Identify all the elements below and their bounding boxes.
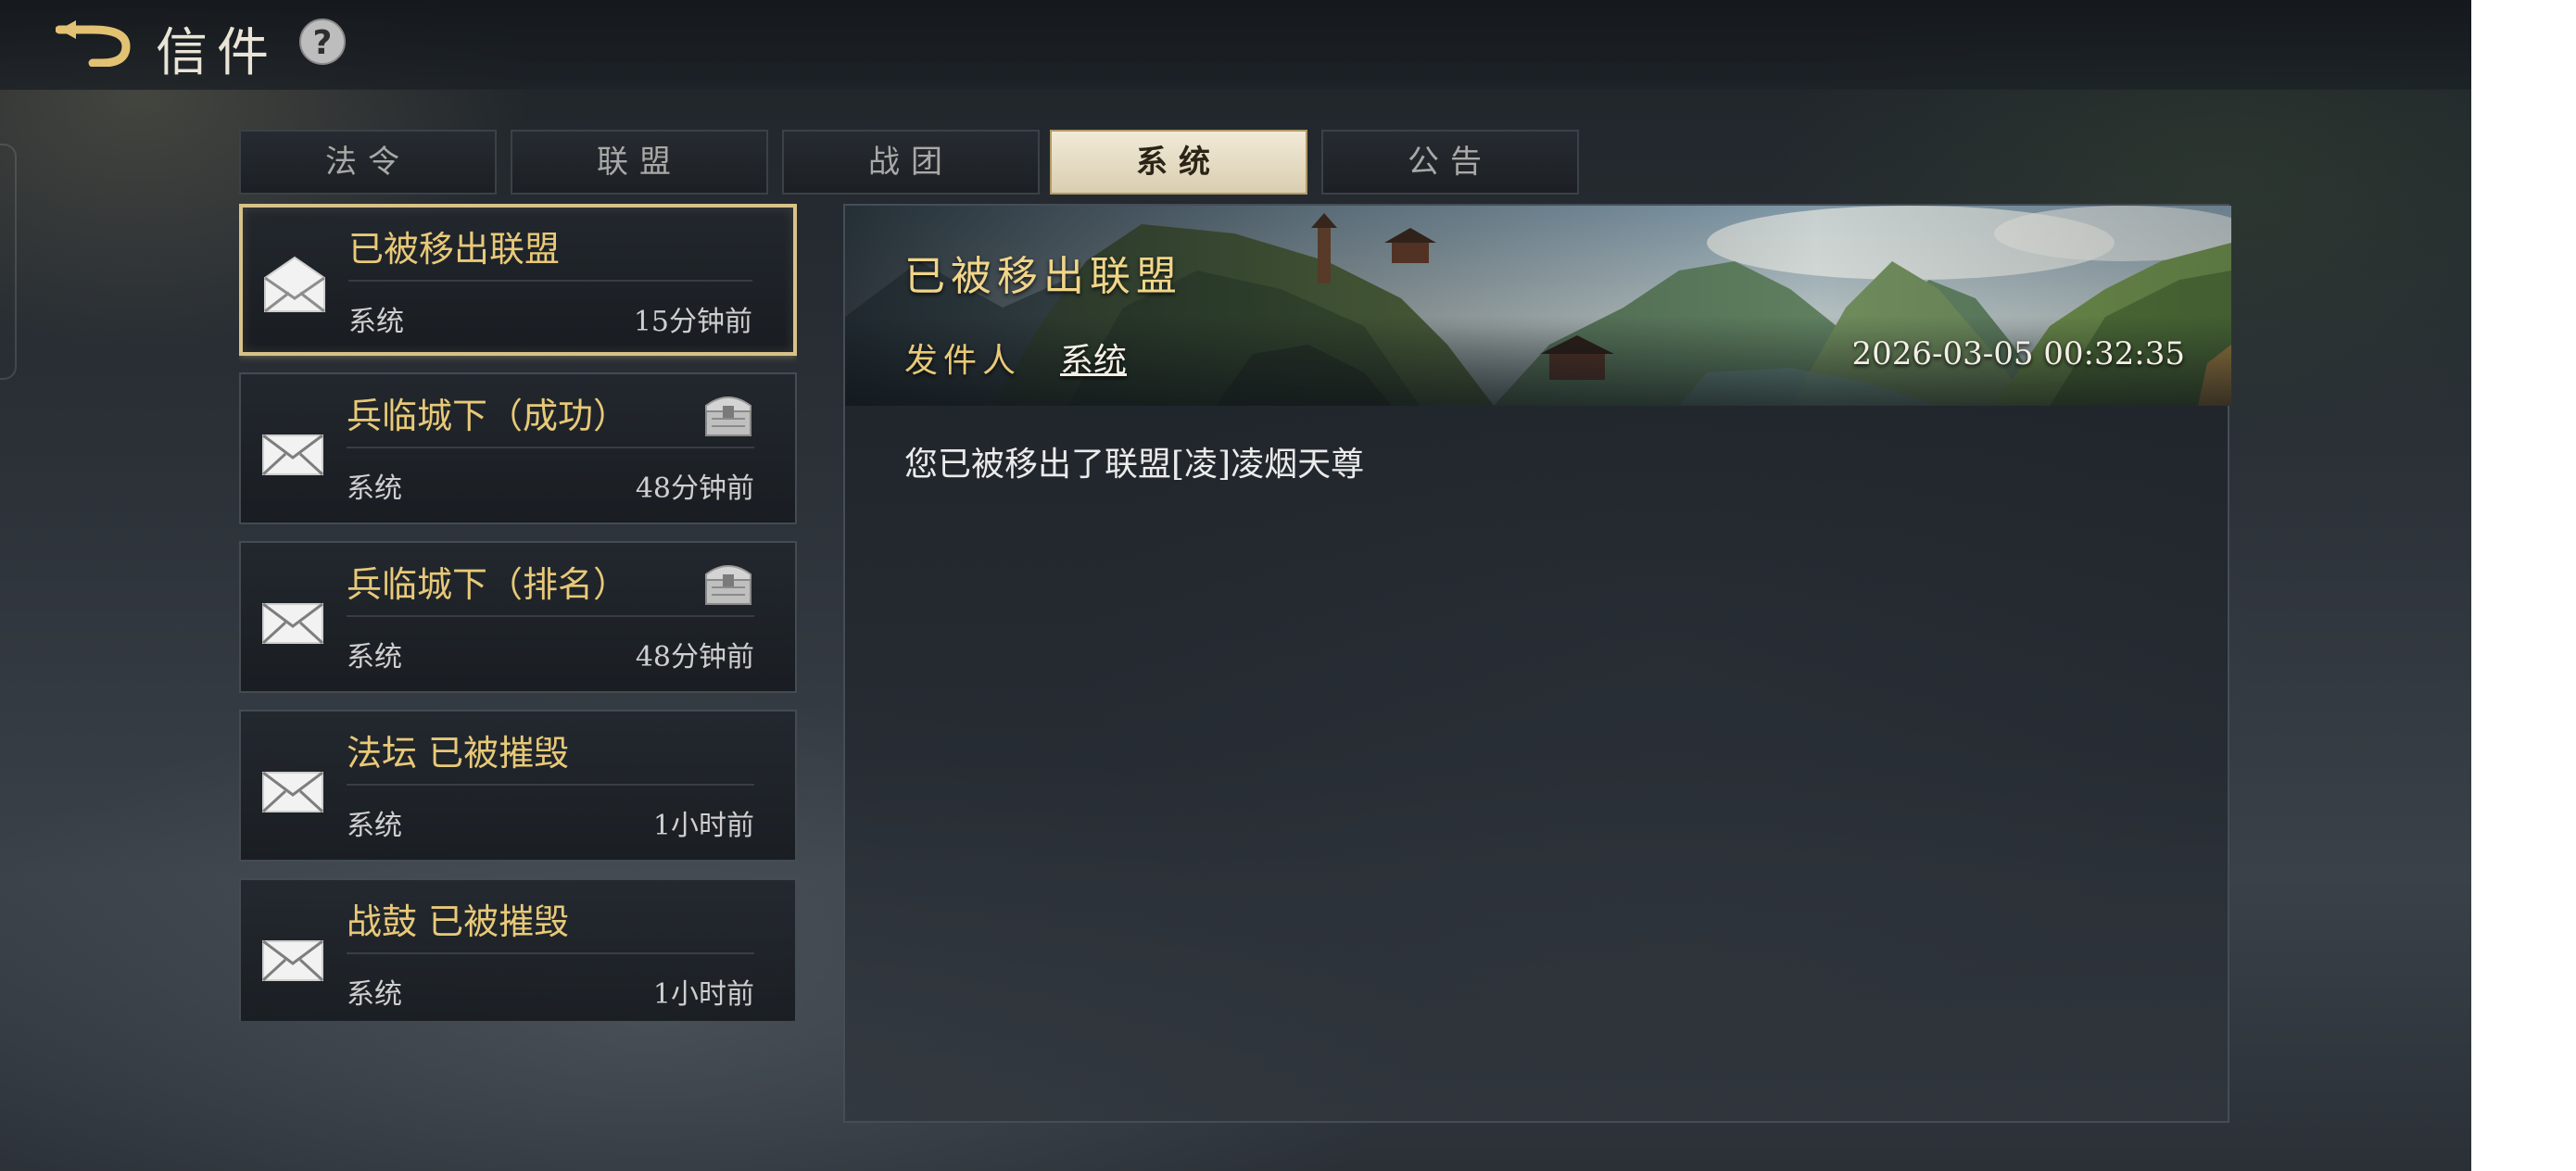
mail-subject: 战鼓 已被摧毁 [347,901,570,942]
back-arrow-icon[interactable] [56,20,137,67]
mail-subject: 兵临城下（排名） [347,564,629,605]
question-mark-icon[interactable]: ? [299,19,346,65]
mail-sender: 系统 [347,472,402,505]
mail-item[interactable]: 已被移出联盟 系统 15分钟前 [239,204,797,356]
divider [348,280,752,282]
mail-time: 48分钟前 [635,472,754,505]
mail-time: 15分钟前 [633,306,752,338]
mail-time: 48分钟前 [635,641,754,674]
tab-edict[interactable]: 法令 [239,130,497,195]
mail-timestamp: 2026-03-05 00:32:35 [1851,335,2185,372]
page-title: 信件 [156,23,278,83]
divider [347,784,754,786]
game-viewport: 信件 ? 法令 联盟 战团 系统 公告 已被移出联盟 系统 15分钟前 兵临城下… [0,0,2471,1171]
mail-subject: 兵临城下（成功） [347,396,629,436]
mail-time: 1小时前 [652,810,754,842]
mail-sender: 系统 [347,641,402,674]
treasure-chest-icon [705,397,751,436]
tab-announcement[interactable]: 公告 [1321,130,1579,195]
divider [347,447,754,448]
envelope-closed-icon [261,771,324,813]
mail-detail-title: 已被移出联盟 [904,253,1182,300]
mail-item[interactable]: 兵临城下（成功） 系统 48分钟前 [239,372,797,524]
mail-sender: 系统 [348,306,404,338]
divider [347,952,754,954]
sender-link[interactable]: 系统 [1060,334,1127,382]
envelope-closed-icon [261,939,324,982]
mail-banner-image: 已被移出联盟 发件人 系统 2026-03-05 00:32:35 [845,206,2231,406]
mail-time: 1小时前 [652,978,754,1011]
mail-item[interactable]: 法坛 已被摧毁 系统 1小时前 [239,710,797,862]
treasure-chest-icon [705,565,751,605]
tab-system[interactable]: 系统 [1050,130,1307,195]
divider [347,615,754,617]
mail-subject: 已被移出联盟 [348,229,561,270]
envelope-open-icon [264,256,325,313]
mail-subject: 法坛 已被摧毁 [347,733,570,774]
top-bar: 信件 ? [0,0,2471,90]
screen-margin [2471,0,2576,1171]
landscape-illustration [845,206,2231,406]
mail-sender: 系统 [347,978,402,1011]
mail-sender: 系统 [347,810,402,842]
sender-label: 发件人 [904,342,1022,380]
envelope-closed-icon [261,434,324,476]
mail-list[interactable]: 已被移出联盟 系统 15分钟前 兵临城下（成功） 系统 48分钟前 兵临城下（排… [239,204,797,1021]
envelope-closed-icon [261,602,324,645]
tab-legion[interactable]: 战团 [782,130,1040,195]
left-edge-handle [0,144,17,380]
mail-item[interactable]: 战鼓 已被摧毁 系统 1小时前 [239,878,797,1021]
mail-body: 您已被移出了联盟[凌]凌烟天尊 [904,446,1365,484]
tab-alliance[interactable]: 联盟 [511,130,768,195]
mail-item[interactable]: 兵临城下（排名） 系统 48分钟前 [239,541,797,693]
mail-detail-panel: 已被移出联盟 发件人 系统 2026-03-05 00:32:35 您已被移出了… [843,204,2231,1123]
